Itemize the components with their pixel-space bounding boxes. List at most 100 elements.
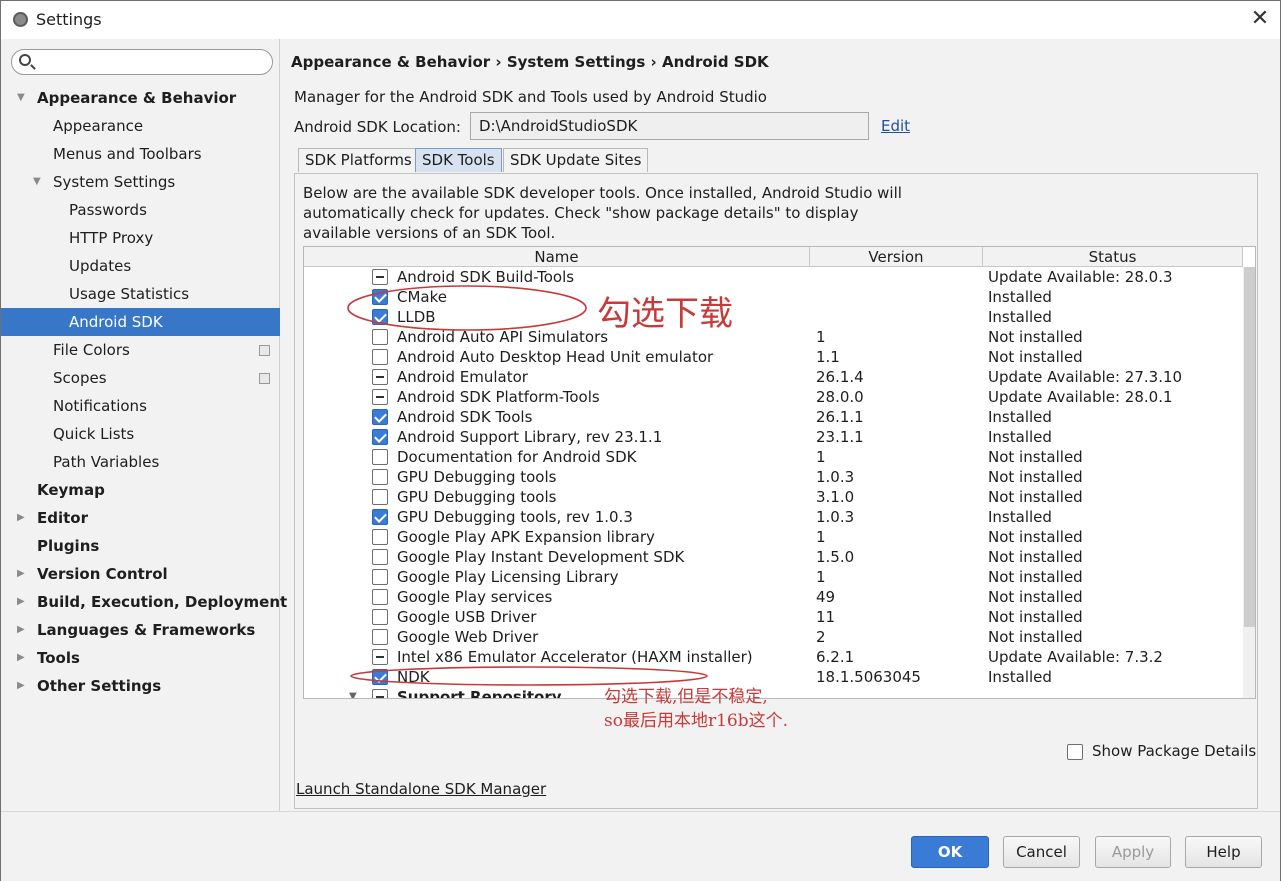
cancel-button[interactable]: Cancel [1003, 836, 1080, 868]
sidebar-item-appearance-behavior[interactable]: ▼ Appearance & Behavior [1, 84, 280, 112]
tab-sdk-update-sites[interactable]: SDK Update Sites [503, 148, 649, 172]
row-checkbox[interactable] [372, 309, 388, 325]
row-checkbox[interactable] [372, 489, 388, 505]
sidebar-item-scopes[interactable]: Scopes [1, 364, 280, 392]
sidebar-item-other-settings[interactable]: ▶ Other Settings [1, 672, 280, 700]
collapse-arrow-icon[interactable]: ▶ [17, 644, 29, 672]
row-checkbox[interactable] [372, 689, 388, 698]
sidebar-item-editor[interactable]: ▶ Editor [1, 504, 280, 532]
row-checkbox[interactable] [372, 369, 388, 385]
sidebar-item-tools[interactable]: ▶ Tools [1, 644, 280, 672]
row-checkbox[interactable] [372, 629, 388, 645]
table-row[interactable]: Android Auto Desktop Head Unit emulator 1… [304, 347, 1243, 367]
table-row[interactable]: LLDB Installed [304, 307, 1243, 327]
row-checkbox[interactable] [372, 269, 388, 285]
table-row[interactable]: Android SDK Platform-Tools 28.0.0 Update A… [304, 387, 1243, 407]
collapse-arrow-icon[interactable]: ▶ [17, 588, 29, 616]
table-row[interactable]: GPU Debugging tools 1.0.3 Not installed [304, 467, 1243, 487]
sidebar-item-keymap[interactable]: Keymap [1, 476, 280, 504]
tab-sdk-platforms[interactable]: SDK Platforms [298, 148, 419, 172]
edit-location-link[interactable]: Edit [881, 117, 910, 135]
sidebar-item-languages-frameworks[interactable]: ▶ Languages & Frameworks [1, 616, 280, 644]
collapse-arrow-icon[interactable]: ▶ [17, 560, 29, 588]
sidebar-item-menus-and-toolbars[interactable]: Menus and Toolbars [1, 140, 280, 168]
sdk-location-label: Android SDK Location: [294, 118, 461, 136]
column-header-name[interactable]: Name [304, 247, 810, 267]
sidebar-item-build-execution-deployment[interactable]: ▶ Build, Execution, Deployment [1, 588, 287, 616]
row-checkbox[interactable] [372, 349, 388, 365]
row-checkbox[interactable] [372, 329, 388, 345]
sidebar-item-usage-statistics[interactable]: Usage Statistics [1, 280, 280, 308]
sdk-location-field[interactable]: D:\AndroidStudioSDK [470, 112, 869, 140]
column-header-status[interactable]: Status [983, 247, 1243, 267]
row-checkbox[interactable] [372, 669, 388, 685]
row-checkbox[interactable] [372, 609, 388, 625]
row-checkbox[interactable] [372, 449, 388, 465]
row-checkbox[interactable] [372, 509, 388, 525]
row-checkbox[interactable] [372, 429, 388, 445]
table-row[interactable]: Google USB Driver 11 Not installed [304, 607, 1243, 627]
show-package-details-checkbox[interactable] [1067, 744, 1083, 760]
table-row[interactable]: Google Play APK Expansion library 1 Not in… [304, 527, 1243, 547]
sidebar-item-path-variables[interactable]: Path Variables [1, 448, 280, 476]
table-row[interactable]: NDK 18.1.5063045 Installed [304, 667, 1243, 687]
cell-version: 1.1 [816, 348, 840, 366]
cell-name: Android Support Library, rev 23.1.1 [397, 428, 663, 446]
sidebar-item-quick-lists[interactable]: Quick Lists [1, 420, 280, 448]
sidebar-item-updates[interactable]: Updates [1, 252, 280, 280]
table-scrollbar[interactable] [1243, 267, 1255, 698]
row-checkbox[interactable] [372, 569, 388, 585]
table-row[interactable]: CMake Installed [304, 287, 1243, 307]
table-row[interactable]: Documentation for Android SDK 1 Not instal… [304, 447, 1243, 467]
table-row[interactable]: Google Play Licensing Library 1 Not instal… [304, 567, 1243, 587]
ok-button[interactable]: OK [911, 836, 989, 868]
collapse-arrow-icon[interactable]: ▶ [17, 672, 29, 700]
sidebar-item-appearance[interactable]: Appearance [1, 112, 280, 140]
cell-name: GPU Debugging tools, rev 1.0.3 [397, 508, 633, 526]
table-row[interactable]: Android Auto API Simulators 1 Not installe… [304, 327, 1243, 347]
cell-status: Not installed [988, 608, 1083, 626]
close-icon[interactable]: ✕ [1249, 6, 1271, 32]
sidebar-item-system-settings[interactable]: ▼ System Settings [1, 168, 280, 196]
collapse-arrow-icon[interactable]: ▶ [17, 504, 29, 532]
expand-arrow-icon[interactable]: ▼ [17, 84, 29, 112]
sidebar-item-version-control[interactable]: ▶ Version Control [1, 560, 280, 588]
table-row[interactable]: Google Play Instant Development SDK 1.5.0… [304, 547, 1243, 567]
collapse-arrow-icon[interactable]: ▶ [17, 616, 29, 644]
table-row[interactable]: Google Web Driver 2 Not installed [304, 627, 1243, 647]
expand-arrow-icon[interactable]: ▼ [33, 168, 45, 196]
launch-standalone-sdk-manager-link[interactable]: Launch Standalone SDK Manager [296, 780, 546, 798]
row-checkbox[interactable] [372, 549, 388, 565]
table-row[interactable]: GPU Debugging tools 3.1.0 Not installed [304, 487, 1243, 507]
table-row[interactable]: Intel x86 Emulator Accelerator (HAXM ins… [304, 647, 1243, 667]
search-input[interactable] [38, 52, 263, 72]
search-box[interactable] [11, 49, 273, 75]
scrollbar-thumb[interactable] [1244, 267, 1255, 627]
row-checkbox[interactable] [372, 649, 388, 665]
column-header-version[interactable]: Version [810, 247, 983, 267]
table-row[interactable]: Android Support Library, rev 23.1.1 23.1.… [304, 427, 1243, 447]
sidebar-item-plugins[interactable]: Plugins [1, 532, 280, 560]
tab-sdk-tools[interactable]: SDK Tools [415, 148, 502, 172]
table-row[interactable]: ▼ Support Repository [304, 687, 1243, 698]
help-button[interactable]: Help [1185, 836, 1262, 868]
table-row[interactable]: Android SDK Build-Tools Update Available:… [304, 267, 1243, 287]
apply-button[interactable]: Apply [1095, 836, 1171, 868]
table-row[interactable]: Google Play services 49 Not installed [304, 587, 1243, 607]
table-row[interactable]: Android SDK Tools 26.1.1 Installed [304, 407, 1243, 427]
row-checkbox[interactable] [372, 589, 388, 605]
expand-arrow-icon[interactable]: ▼ [349, 687, 357, 698]
row-checkbox[interactable] [372, 469, 388, 485]
sidebar-item-http-proxy[interactable]: HTTP Proxy [1, 224, 280, 252]
table-row[interactable]: Android Emulator 26.1.4 Update Available: … [304, 367, 1243, 387]
cell-name: Android Auto API Simulators [397, 328, 609, 346]
row-checkbox[interactable] [372, 529, 388, 545]
sidebar-item-android-sdk[interactable]: Android SDK [1, 308, 280, 336]
row-checkbox[interactable] [372, 289, 388, 305]
sidebar-item-file-colors[interactable]: File Colors [1, 336, 280, 364]
row-checkbox[interactable] [372, 389, 388, 405]
table-row[interactable]: GPU Debugging tools, rev 1.0.3 1.0.3 Insta… [304, 507, 1243, 527]
row-checkbox[interactable] [372, 409, 388, 425]
sidebar-item-passwords[interactable]: Passwords [1, 196, 280, 224]
sidebar-item-notifications[interactable]: Notifications [1, 392, 280, 420]
